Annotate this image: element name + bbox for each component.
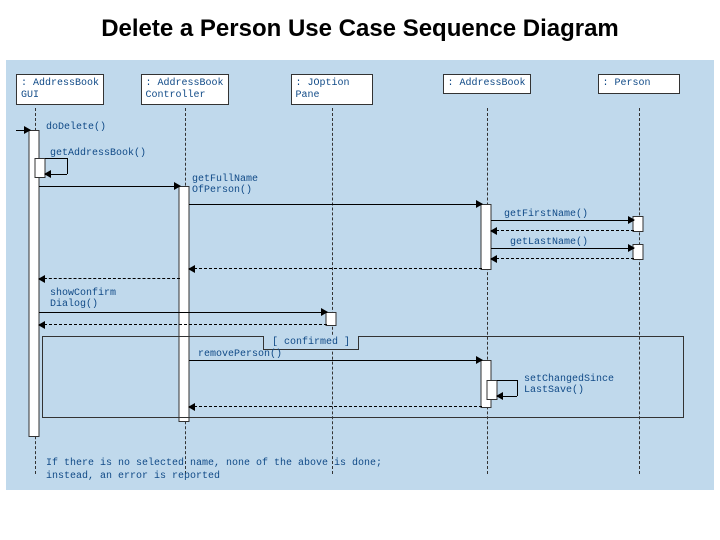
diagram-footnote: If there is no selected name, none of th… [46,458,382,483]
msg-setChanged-out [497,380,517,381]
msg-getAddressBook-ret [45,174,67,175]
lifeline-head-joptionpane: : JOption Pane [291,74,373,105]
msg-doDelete [16,130,30,131]
label-getAddressBook: getAddressBook() [50,148,146,159]
label-setChanged: setChangedSince LastSave() [524,374,614,396]
frame-guard: [ confirmed ] [263,336,359,350]
msg-getFirstName [491,220,634,221]
label-getLastName: getLastName() [510,237,588,248]
label-getFirstName: getFirstName() [504,209,588,220]
sequence-diagram: : AddressBook GUI : AddressBook Controll… [6,60,714,490]
label-getFullName: getFullName OfPerson() [192,174,258,196]
lifeline-head-addressbook: : AddressBook [442,74,530,94]
lifeline-head-controller: : AddressBook Controller [140,74,228,105]
msg-setChanged-ret [497,396,517,397]
lifeline-head-gui: : AddressBook GUI [16,74,104,105]
ret-getFirstName [491,230,634,232]
msg-ctrl-to-book [189,204,482,205]
msg-getFullName [39,186,180,187]
label-doDelete: doDelete() [46,122,106,133]
msg-getLastName [491,248,634,249]
msg-removePerson [189,360,482,361]
ret-remove [189,406,482,408]
ret-showConfirm [39,324,327,326]
lifeline-head-person: : Person [598,74,680,94]
ret-book-ctrl [189,268,482,270]
ret-getLastName [491,258,634,260]
label-showConfirm: showConfirm Dialog() [50,288,116,310]
msg-showConfirm [39,312,327,313]
page-title: Delete a Person Use Case Sequence Diagra… [0,0,720,50]
label-removePerson: removePerson() [198,349,282,360]
ret-ctrl-gui-1 [39,278,180,280]
